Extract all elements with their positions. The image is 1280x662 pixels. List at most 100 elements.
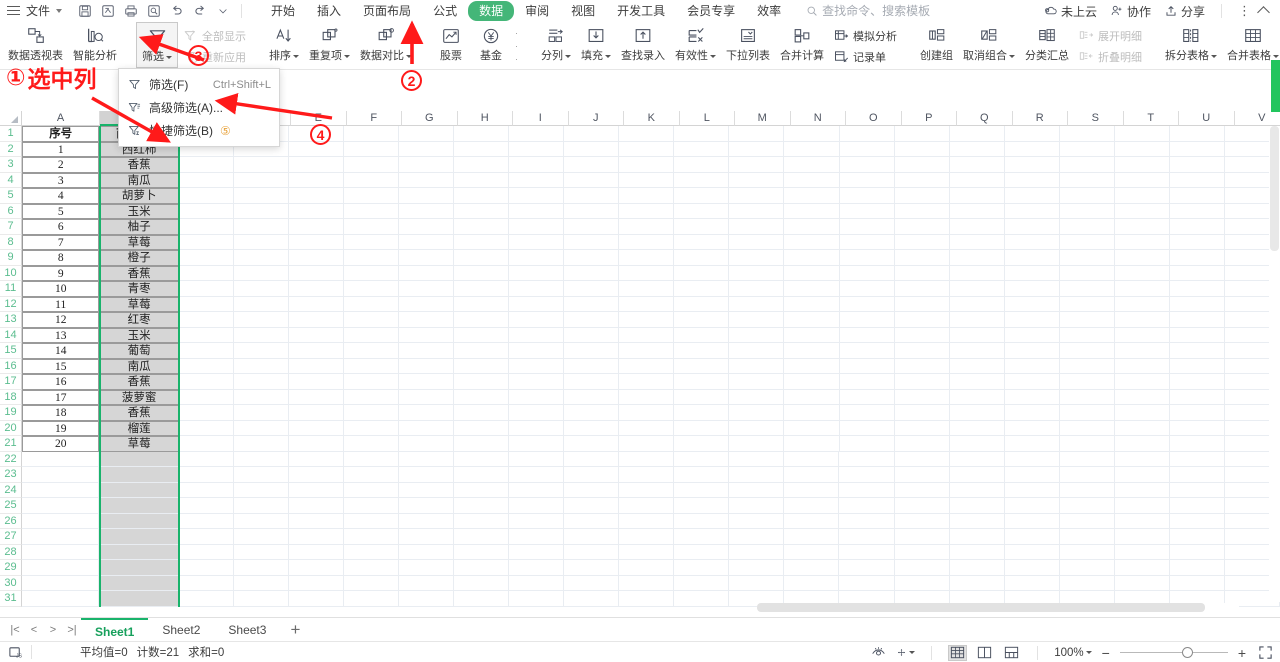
cell-K10[interactable]: [619, 265, 675, 281]
cell-S29[interactable]: [1059, 560, 1115, 576]
row-header-5[interactable]: 5: [0, 188, 22, 204]
cell-R9[interactable]: [1004, 250, 1060, 266]
cell-C22[interactable]: [178, 451, 234, 467]
cell-D20[interactable]: [233, 420, 289, 436]
cell-F15[interactable]: [343, 343, 400, 359]
row-header-20[interactable]: 20: [0, 420, 22, 436]
cell-D5[interactable]: [233, 188, 289, 204]
chevron-down-icon[interactable]: [406, 54, 412, 58]
cell-S26[interactable]: [1059, 513, 1115, 529]
cell-Q2[interactable]: [949, 141, 1005, 157]
cell-E21[interactable]: [288, 436, 344, 452]
cell-M8[interactable]: [729, 234, 785, 250]
cell-O15[interactable]: [839, 343, 895, 359]
cell-I21[interactable]: [509, 436, 565, 452]
cell-T15[interactable]: [1114, 343, 1170, 359]
cell-J29[interactable]: [564, 560, 620, 576]
cell-L13[interactable]: [674, 312, 730, 328]
cell-U5[interactable]: [1169, 188, 1225, 204]
cell-O3[interactable]: [839, 157, 895, 173]
cell-T12[interactable]: [1114, 296, 1170, 312]
cell-K5[interactable]: [619, 188, 675, 204]
cell-H24[interactable]: [454, 482, 510, 498]
column-header-Q[interactable]: Q: [957, 111, 1013, 126]
cell-H22[interactable]: [454, 451, 510, 467]
cell-S14[interactable]: [1059, 327, 1115, 343]
cell-D14[interactable]: [233, 327, 289, 343]
cell-R7[interactable]: [1004, 219, 1060, 235]
cell-K18[interactable]: [619, 389, 675, 405]
cell-A15[interactable]: 14: [22, 343, 100, 359]
cell-A6[interactable]: 5: [22, 203, 100, 219]
cell-H18[interactable]: [454, 389, 510, 405]
cell-O4[interactable]: [839, 172, 895, 188]
cell-D21[interactable]: [233, 436, 289, 452]
cell-P19[interactable]: [894, 405, 950, 421]
cell-E2[interactable]: [288, 141, 344, 157]
cell-G21[interactable]: [399, 436, 455, 452]
cell-R10[interactable]: [1004, 265, 1060, 281]
cell-Q9[interactable]: [949, 250, 1005, 266]
first-sheet-icon[interactable]: |<: [6, 621, 24, 639]
cell-G19[interactable]: [399, 405, 455, 421]
sheet-tab-sheet2[interactable]: Sheet2: [148, 618, 214, 642]
cell-R11[interactable]: [1004, 281, 1060, 297]
cell-R24[interactable]: [1004, 482, 1060, 498]
cell-L30[interactable]: [674, 575, 730, 591]
ribbon-record-form-button[interactable]: 记录单: [833, 47, 897, 66]
cell-R28[interactable]: [1004, 544, 1060, 560]
cell-N17[interactable]: [784, 374, 840, 390]
cell-F9[interactable]: [343, 250, 400, 266]
cell-K8[interactable]: [619, 234, 675, 250]
cell-Q22[interactable]: [949, 451, 1005, 467]
cell-N18[interactable]: [784, 389, 840, 405]
cell-N4[interactable]: [784, 172, 840, 188]
chevron-down-icon[interactable]: [1273, 54, 1279, 58]
cell-I5[interactable]: [509, 188, 565, 204]
cell-M14[interactable]: [729, 327, 785, 343]
cell-N6[interactable]: [784, 203, 840, 219]
cell-I16[interactable]: [509, 358, 565, 374]
cell-D27[interactable]: [233, 529, 289, 545]
cell-O25[interactable]: [839, 498, 895, 514]
row-header-18[interactable]: 18: [0, 389, 22, 405]
cell-G3[interactable]: [399, 157, 455, 173]
row-header-29[interactable]: 29: [0, 560, 22, 576]
cell-M27[interactable]: [729, 529, 785, 545]
cell-U14[interactable]: [1169, 327, 1225, 343]
cell-O12[interactable]: [839, 296, 895, 312]
cell-Q26[interactable]: [949, 513, 1005, 529]
cell-J6[interactable]: [564, 203, 620, 219]
cell-M18[interactable]: [729, 389, 785, 405]
row-header-12[interactable]: 12: [0, 296, 22, 312]
cell-E8[interactable]: [288, 234, 344, 250]
cell-S10[interactable]: [1059, 265, 1115, 281]
cell-S28[interactable]: [1059, 544, 1115, 560]
cell-P6[interactable]: [894, 203, 950, 219]
cell-P14[interactable]: [894, 327, 950, 343]
cell-I23[interactable]: [509, 467, 565, 483]
cell-L5[interactable]: [674, 188, 730, 204]
cell-J11[interactable]: [564, 281, 620, 297]
cell-T17[interactable]: [1114, 374, 1170, 390]
cell-S1[interactable]: [1059, 126, 1115, 142]
cell-P5[interactable]: [894, 188, 950, 204]
cell-L6[interactable]: [674, 203, 730, 219]
cell-N5[interactable]: [784, 188, 840, 204]
ribbon-duplicates-button[interactable]: 重复项: [304, 22, 355, 68]
cell-N26[interactable]: [784, 513, 840, 529]
cell-U11[interactable]: [1169, 281, 1225, 297]
cell-C11[interactable]: [178, 281, 234, 297]
cell-Q10[interactable]: [949, 265, 1005, 281]
cell-F25[interactable]: [343, 498, 399, 514]
cell-P16[interactable]: [894, 358, 950, 374]
cell-Q24[interactable]: [949, 482, 1005, 498]
cell-F3[interactable]: [343, 157, 400, 173]
cell-G10[interactable]: [399, 265, 455, 281]
cell-R21[interactable]: [1004, 436, 1060, 452]
cell-D8[interactable]: [233, 234, 289, 250]
cell-J13[interactable]: [564, 312, 620, 328]
cell-J25[interactable]: [564, 498, 620, 514]
grid-cells[interactable]: 序号商品名称1西红柿2香蕉3南瓜4胡萝卜5玉米6柚子7草莓8橙子9香蕉10青枣1…: [22, 126, 1280, 615]
cell-P28[interactable]: [894, 544, 950, 560]
